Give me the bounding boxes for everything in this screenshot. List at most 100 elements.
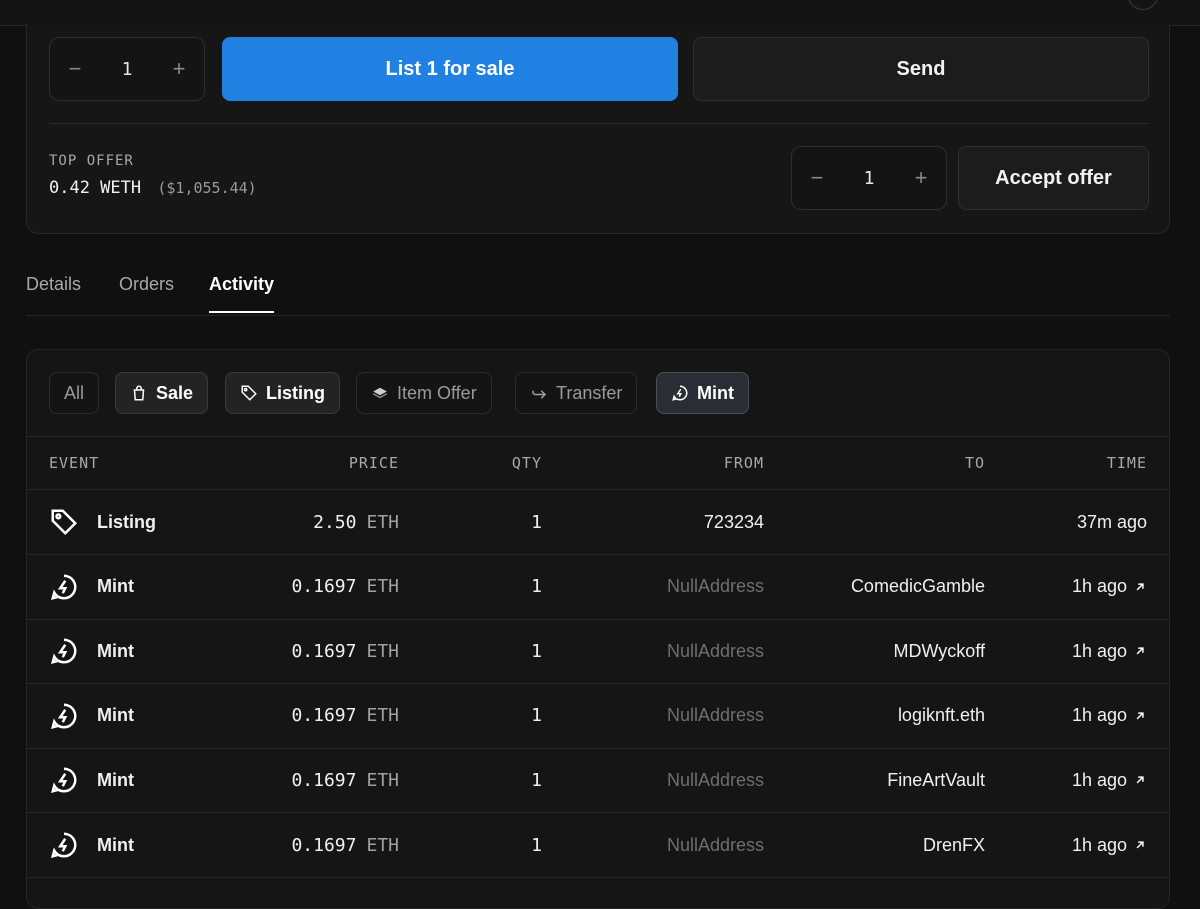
minus-icon[interactable]: − [792,167,842,189]
table-row[interactable]: Mint 0.1697 ETH 1 NullAddress FineArtVault 1h … [27,748,1169,814]
event-label: Mint [97,834,134,855]
send-button[interactable]: Send [693,37,1149,101]
column-to[interactable]: TO [965,437,985,489]
shopping-bag-icon [133,385,145,401]
tab-orders[interactable]: Orders [119,274,174,311]
top-bar [0,0,1200,26]
tab-bar: Details Orders Activity [26,262,1170,316]
time-label: 1h ago [1071,640,1127,661]
event-cell: Mint [49,619,134,683]
price-unit: ETH [366,511,399,533]
external-link-icon[interactable] [1133,580,1147,594]
tag-icon [51,509,78,536]
from-cell: NullAddress [666,769,764,790]
list-quantity-stepper[interactable]: − 1 + [49,37,205,101]
price-value: 0.1697 [291,834,357,856]
time-cell[interactable]: 1h ago [1072,748,1147,812]
event-cell: Mint [49,555,134,619]
event-cell: Listing [49,490,156,554]
price-unit: ETH [366,705,399,727]
time-cell[interactable]: 1h ago [1072,684,1147,748]
filter-mint[interactable]: Mint [656,372,749,414]
event-cell: Mint [49,684,134,748]
top-offer-usd: ($1,055.44) [157,179,257,197]
time-label: 37m ago [1076,511,1147,532]
qty-cell: 1 [531,576,542,598]
filter-transfer-label: Transfer [556,382,623,403]
mint-icon [50,832,77,859]
qty-cell: 1 [531,769,542,791]
table-row[interactable]: Mint 0.1697 ETH 1 NullAddress DrenFX 1h ago [27,813,1169,878]
list-for-sale-button[interactable]: List 1 for sale [222,37,678,101]
to-cell[interactable]: ComedicGamble [851,555,985,619]
mint-icon [50,767,77,794]
offer-quantity-value[interactable]: 1 [842,168,896,189]
filter-transfer[interactable]: Transfer [515,372,638,414]
event-label: Mint [97,640,134,661]
external-link-icon[interactable] [1133,644,1147,658]
column-price[interactable]: PRICE [349,437,399,489]
external-link-icon[interactable] [1133,709,1147,723]
time-label: 1h ago [1071,834,1127,855]
price-cell: 2.50 ETH [313,490,399,554]
price-cell: 0.1697 ETH [291,555,399,619]
column-event[interactable]: EVENT [49,437,99,489]
from-cell[interactable]: 723234 [704,490,764,554]
price-unit: ETH [366,769,399,791]
table-row[interactable]: Listing 2.50 ETH 1 723234 37m ago [27,490,1169,555]
time-cell[interactable]: 1h ago [1072,813,1147,877]
filter-item-offer[interactable]: Item Offer [356,372,492,414]
table-header: EVENT PRICE QTY FROM TO TIME [27,436,1169,490]
event-label: Mint [97,705,134,726]
from-cell: NullAddress [666,576,764,597]
tab-details[interactable]: Details [26,274,81,311]
tab-activity[interactable]: Activity [209,274,275,313]
table-row[interactable]: Mint 0.1697 ETH 1 NullAddress ComedicGamble 1h… [27,555,1169,620]
list-quantity-value[interactable]: 1 [100,59,154,80]
event-label: Mint [97,769,134,790]
to-cell[interactable]: FineArtVault [887,748,985,812]
column-from[interactable]: FROM [724,437,764,489]
time-label: 1h ago [1071,705,1127,726]
column-qty[interactable]: QTY [512,437,542,489]
event-label: Listing [97,511,156,532]
header-profile-button[interactable] [1128,0,1158,10]
filter-listing[interactable]: Listing [225,372,340,414]
trade-panel: − 1 + List 1 for sale Send TOP OFFER 0.4… [26,24,1170,234]
plus-icon[interactable]: + [896,167,946,189]
external-link-icon[interactable] [1133,773,1147,787]
filter-mint-label: Mint [697,382,734,403]
price-value: 0.1697 [291,576,357,598]
external-link-icon[interactable] [1133,838,1147,852]
event-cell: Mint [49,813,134,877]
activity-panel: All Sale Listing Item Offer Transfer Min… [26,349,1170,909]
from-cell: NullAddress [666,640,764,661]
filter-all[interactable]: All [49,372,100,414]
time-cell[interactable]: 1h ago [1072,619,1147,683]
qty-cell: 1 [531,705,542,727]
to-cell[interactable]: MDWyckoff [893,619,985,683]
time-cell: 37m ago [1077,490,1147,554]
table-row[interactable]: Mint 0.1697 ETH 1 NullAddress logiknft.eth 1h … [27,684,1169,749]
divider [49,123,1149,124]
filter-sale[interactable]: Sale [115,372,209,414]
time-label: 1h ago [1071,769,1127,790]
accept-offer-button[interactable]: Accept offer [958,146,1149,210]
table-row[interactable]: Mint 0.1697 ETH 1 NullAddress MDWyckoff 1h ago [27,619,1169,685]
price-cell: 0.1697 ETH [291,813,399,877]
offer-quantity-stepper[interactable]: − 1 + [791,146,947,210]
mint-icon [50,703,77,729]
minus-icon[interactable]: − [50,58,100,80]
price-unit: ETH [366,640,399,662]
to-cell[interactable]: logiknft.eth [898,684,985,748]
qty-cell: 1 [531,511,542,533]
from-cell: NullAddress [666,834,764,855]
filter-item-offer-label: Item Offer [397,382,477,403]
plus-icon[interactable]: + [154,58,204,80]
column-time[interactable]: TIME [1107,437,1147,489]
time-label: 1h ago [1071,576,1127,597]
time-cell[interactable]: 1h ago [1072,555,1147,619]
price-unit: ETH [366,834,399,856]
to-cell[interactable]: DrenFX [923,813,985,877]
filter-listing-label: Listing [266,382,325,403]
